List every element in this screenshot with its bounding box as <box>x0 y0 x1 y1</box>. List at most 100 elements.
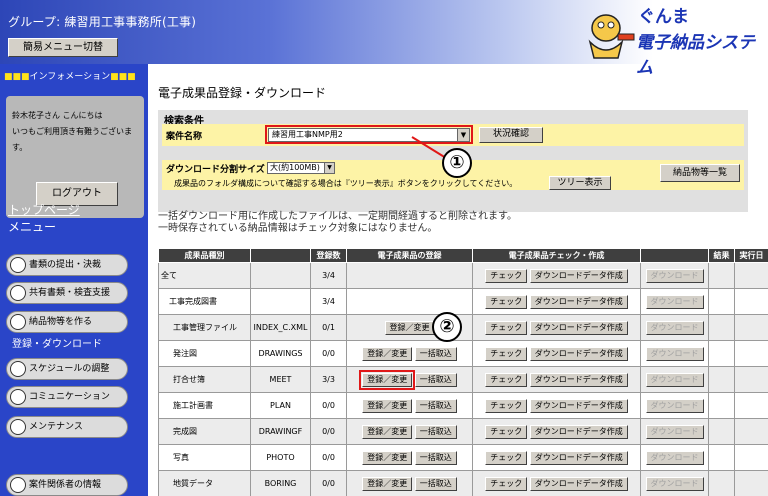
download-button[interactable]: ダウンロード <box>645 294 704 309</box>
download-button[interactable]: ダウンロード <box>645 268 704 283</box>
download-size-select[interactable]: 大(約100MB) ▼ <box>267 162 335 174</box>
download-button[interactable]: ダウンロード <box>645 398 704 413</box>
register-change-button[interactable]: 登録／変更 <box>384 320 435 335</box>
sidebar-item-maintenance[interactable]: メンテナンス <box>6 416 128 438</box>
create-download-data-button[interactable]: ダウンロードデータ作成 <box>529 450 628 465</box>
check-button[interactable]: チェック <box>485 398 528 413</box>
cell-download: ダウンロード <box>640 392 709 419</box>
cell-date <box>734 392 768 419</box>
cell-register: 登録／変更 一括取込 <box>346 392 473 419</box>
check-button[interactable]: チェック <box>485 476 528 491</box>
sidebar-item-stakeholders[interactable]: 案件関係者の情報 <box>6 474 128 496</box>
col-header-check-create: 電子成果品チェック・作成 <box>472 248 641 263</box>
information-title: ■■■インフォメーション■■■ <box>4 69 136 82</box>
cell-register: 登録／変更 一括取込 <box>346 444 473 471</box>
cell-register: 登録／変更 一括取込 <box>346 418 473 445</box>
create-download-data-button[interactable]: ダウンロードデータ作成 <box>529 320 628 335</box>
download-button[interactable]: ダウンロード <box>645 450 704 465</box>
sidebar-item-schedule[interactable]: スケジュールの調整 <box>6 358 128 380</box>
cell-count: 3/3 <box>310 366 347 393</box>
cell-result <box>708 418 735 445</box>
register-change-button[interactable]: 登録／変更 <box>362 450 413 465</box>
bulk-import-button[interactable]: 一括取込 <box>414 476 457 491</box>
cell-type: 工事管理ファイル <box>158 314 251 341</box>
col-header-count: 登録数 <box>310 248 347 263</box>
cell-count: 0/0 <box>310 444 347 471</box>
check-button[interactable]: チェック <box>485 424 528 439</box>
create-download-data-button[interactable]: ダウンロードデータ作成 <box>529 424 628 439</box>
chevron-down-icon[interactable]: ▼ <box>324 163 334 173</box>
greeting-line2: いつもご利用頂き有難うございます。 <box>12 127 132 152</box>
deliverables-list-button[interactable]: 納品物等一覧 <box>660 164 740 182</box>
create-download-data-button[interactable]: ダウンロードデータ作成 <box>529 268 628 283</box>
check-button[interactable]: チェック <box>485 372 528 387</box>
cell-check-create: チェック ダウンロードデータ作成 <box>472 444 641 471</box>
callout-2: ② <box>432 312 462 342</box>
cell-code: DRAWINGS <box>250 340 311 367</box>
col-header-download <box>640 248 709 263</box>
cell-date <box>734 288 768 315</box>
info-title-marks-right: ■■■ <box>110 72 136 82</box>
sidebar-item-label: 納品物等を作る <box>29 317 93 327</box>
download-button[interactable]: ダウンロード <box>645 424 704 439</box>
download-button[interactable]: ダウンロード <box>645 476 704 491</box>
check-button[interactable]: チェック <box>485 346 528 361</box>
cell-result <box>708 392 735 419</box>
cell-type: 打合せ簿 <box>158 366 251 393</box>
sidebar-item-shared[interactable]: 共有書類・検査支援 <box>6 282 128 304</box>
notice-line2: 一時保存されている納品情報はチェック対象にはなりません。 <box>158 223 438 234</box>
bulk-import-button[interactable]: 一括取込 <box>414 424 457 439</box>
simple-menu-toggle-button[interactable]: 簡易メニュー切替 <box>8 38 118 57</box>
create-download-data-button[interactable]: ダウンロードデータ作成 <box>529 476 628 491</box>
cell-date <box>734 418 768 445</box>
bulk-import-button[interactable]: 一括取込 <box>414 346 457 361</box>
table-row: 打合せ簿 MEET 3/3 登録／変更 一括取込 チェック ダウンロードデータ作成 ダウン… <box>158 366 768 393</box>
create-download-data-button[interactable]: ダウンロードデータ作成 <box>529 372 628 387</box>
register-change-button[interactable]: 登録／変更 <box>362 476 413 491</box>
menu-label: メニュー <box>8 220 57 234</box>
sidebar-item-communication[interactable]: コミュニケーション <box>6 386 128 408</box>
cell-type: 施工計画書 <box>158 392 251 419</box>
register-change-button[interactable]: 登録／変更 <box>362 424 413 439</box>
register-change-button[interactable]: 登録／変更 <box>359 369 416 390</box>
cell-result <box>708 288 735 315</box>
check-button[interactable]: チェック <box>485 268 528 283</box>
sidebar-item-documents[interactable]: 書類の提出・決裁 <box>6 254 128 276</box>
case-name-label: 案件名称 <box>166 132 203 142</box>
greeting-text: 鈴木花子さん こんにちは いつもご利用頂き有難うございます。 <box>12 108 140 156</box>
bulk-import-button[interactable]: 一括取込 <box>414 372 457 387</box>
download-button[interactable]: ダウンロード <box>645 346 704 361</box>
download-button[interactable]: ダウンロード <box>645 372 704 387</box>
cell-register: 登録／変更 一括取込 <box>346 366 473 393</box>
sidebar-item-deliverables[interactable]: 納品物等を作る <box>6 311 128 333</box>
bulk-import-button[interactable]: 一括取込 <box>414 450 457 465</box>
cell-code: INDEX_C.XML <box>250 314 311 341</box>
check-button[interactable]: チェック <box>485 294 528 309</box>
bulk-import-button[interactable]: 一括取込 <box>414 398 457 413</box>
tree-view-button[interactable]: ツリー表示 <box>549 176 611 190</box>
register-change-button[interactable]: 登録／変更 <box>362 346 413 361</box>
sidebar-item-register-download[interactable]: 登録・ダウンロード <box>8 338 148 352</box>
status-check-button[interactable]: 状況確認 <box>479 127 543 143</box>
shared-docs-icon <box>10 285 26 301</box>
sidebar-item-label: スケジュールの調整 <box>29 364 110 374</box>
case-name-select[interactable]: 練習用工事NMP用2 ▼ <box>268 128 470 142</box>
create-download-data-button[interactable]: ダウンロードデータ作成 <box>529 294 628 309</box>
cell-check-create: チェック ダウンロードデータ作成 <box>472 314 641 341</box>
top-page-link[interactable]: トップページ <box>8 201 80 218</box>
cell-code: PHOTO <box>250 444 311 471</box>
check-button[interactable]: チェック <box>485 320 528 335</box>
wrench-icon <box>10 419 26 435</box>
create-download-data-button[interactable]: ダウンロードデータ作成 <box>529 398 628 413</box>
cell-result <box>708 470 735 496</box>
register-change-button[interactable]: 登録／変更 <box>362 398 413 413</box>
info-title-text: インフォメーション <box>29 72 111 82</box>
cell-code <box>250 262 311 289</box>
cell-check-create: チェック ダウンロードデータ作成 <box>472 418 641 445</box>
check-button[interactable]: チェック <box>485 450 528 465</box>
create-download-data-button[interactable]: ダウンロードデータ作成 <box>529 346 628 361</box>
cell-result <box>708 314 735 341</box>
table-row: 施工計画書 PLAN 0/0 登録／変更 一括取込 チェック ダウンロードデータ作成 ダウ… <box>158 392 768 419</box>
download-button[interactable]: ダウンロード <box>645 320 704 335</box>
chevron-down-icon[interactable]: ▼ <box>457 129 469 141</box>
